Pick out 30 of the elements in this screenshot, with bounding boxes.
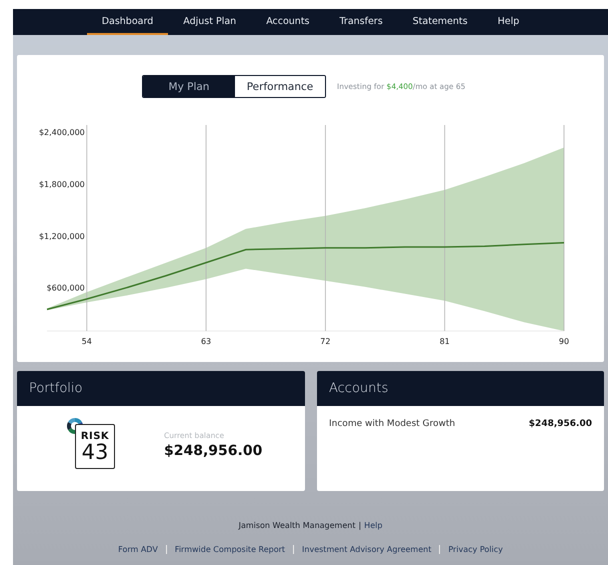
footer-link[interactable]: Firmwide Composite Report [166, 545, 294, 554]
nav-tab[interactable]: Transfers [324, 9, 398, 35]
y-axis-label: $1,200,000 [38, 232, 85, 241]
separator-text: | [358, 521, 362, 530]
nav-tab[interactable]: Statements [398, 9, 483, 35]
x-axis-label: 63 [200, 337, 212, 346]
footer-link[interactable]: Form ADV [110, 545, 166, 554]
account-name: Income with Modest Growth [329, 419, 456, 429]
nav-tab[interactable]: Help [482, 9, 534, 35]
account-balance: $248,956.00 [528, 419, 592, 429]
x-axis-label: 54 [82, 337, 92, 346]
x-axis-label: 81 [440, 337, 450, 346]
firm-name: Jamison Wealth Management [238, 521, 356, 530]
toggle-button[interactable]: My Plan [143, 76, 235, 97]
risk-label: RISK [80, 430, 110, 442]
nav-tab[interactable]: Accounts [251, 9, 324, 35]
y-axis-label: $600,000 [46, 284, 85, 293]
footer-link[interactable]: Privacy Policy [439, 545, 511, 554]
y-axis-label: $1,800,000 [38, 180, 85, 189]
nav-tab[interactable]: Adjust Plan [168, 9, 252, 35]
nav-tab[interactable]: Dashboard [86, 9, 168, 35]
help-link[interactable]: Help [364, 521, 382, 530]
risk-score: 43 [82, 442, 108, 462]
footer-link[interactable]: Investment Advisory Agreement [293, 545, 440, 554]
y-axis-label: $2,400,000 [38, 128, 85, 137]
card-title: Portfolio [29, 381, 82, 396]
x-axis-label: 72 [320, 337, 330, 346]
balance-value: $248,956.00 [164, 443, 262, 459]
card-title: Accounts [329, 381, 388, 396]
x-axis-label: 90 [558, 337, 570, 346]
